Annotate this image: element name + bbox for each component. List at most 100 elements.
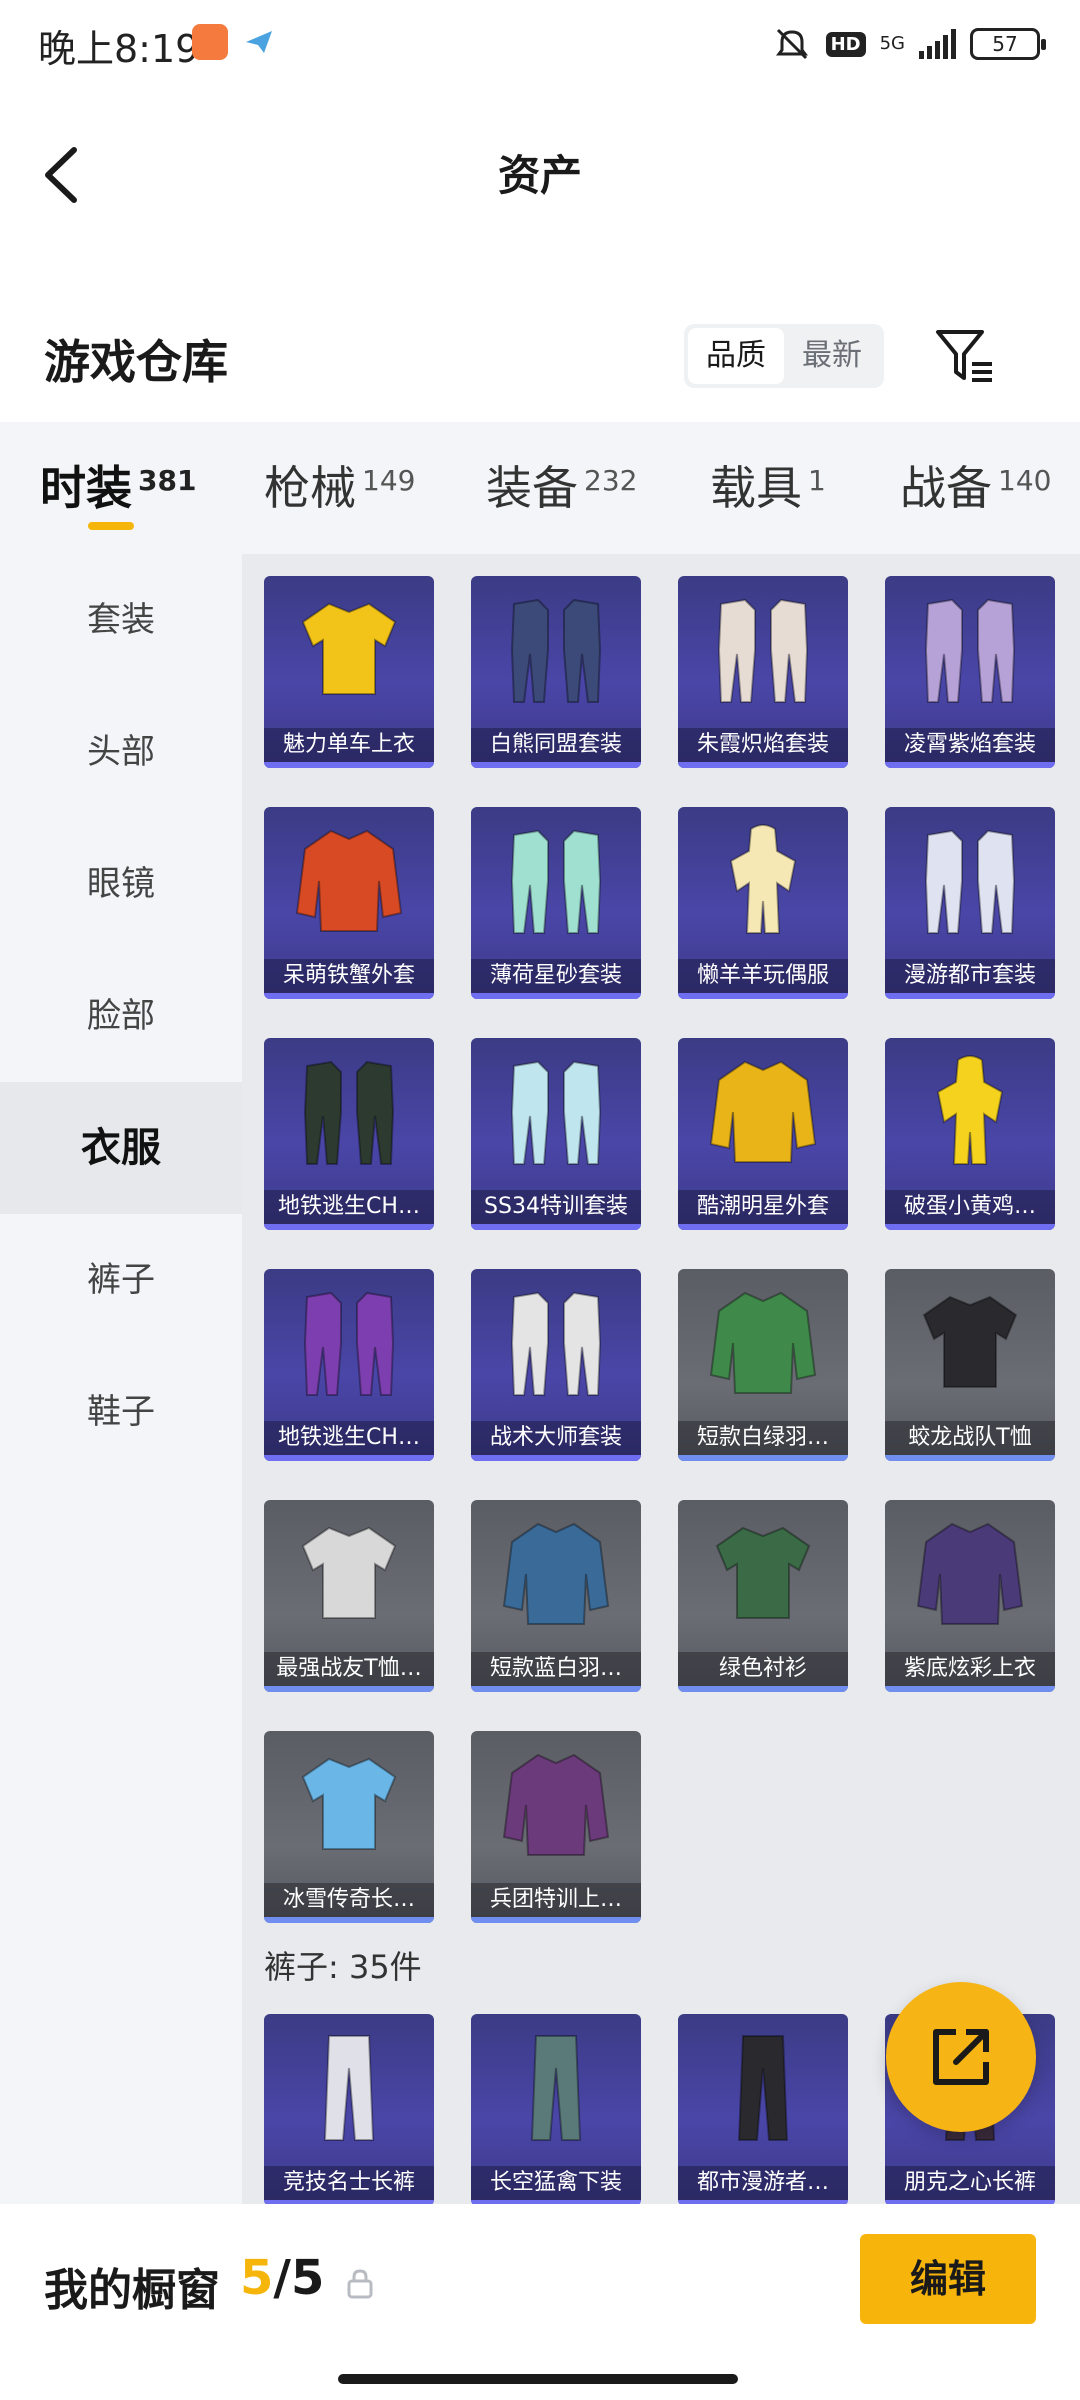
rarity-bar	[678, 1224, 848, 1230]
sort-by-quality[interactable]: 品质	[688, 328, 784, 384]
sidebar-item-shoes[interactable]: 鞋子	[0, 1346, 242, 1478]
item-card[interactable]: 兵团特训上…	[471, 1731, 641, 1923]
item-grid: 魅力单车上衣 白熊同盟套装 朱霞炽焰套装 凌霄紫焰套装呆萌铁蟹外套 薄荷星砂套装 懒羊羊玩…	[242, 554, 1080, 2204]
item-name: 长空猛禽下装	[471, 2166, 641, 2200]
jacket-icon	[502, 1753, 610, 1856]
home-indicator	[338, 2374, 738, 2384]
rarity-bar	[264, 1455, 434, 1461]
tab-supplies[interactable]: 战备 140	[900, 452, 1051, 518]
edit-button[interactable]: 编辑	[860, 2234, 1036, 2324]
item-card[interactable]: 长空猛禽下装	[471, 2014, 641, 2204]
item-name: 蛟龙战队T恤	[885, 1421, 1055, 1455]
rarity-bar	[264, 1224, 434, 1230]
outfit-icon	[924, 829, 1016, 934]
rarity-bar	[264, 1686, 434, 1692]
item-card[interactable]: 懒羊羊玩偶服	[678, 807, 848, 999]
jacket-icon	[709, 1060, 817, 1163]
item-card[interactable]: 酷潮明星外套	[678, 1038, 848, 1230]
item-name: 都市漫游者…	[678, 2166, 848, 2200]
outfit-icon	[303, 1291, 395, 1396]
rarity-bar	[678, 993, 848, 999]
item-card[interactable]: 地铁逃生CH…	[264, 1038, 434, 1230]
outfit-icon	[510, 1060, 602, 1165]
warehouse-title: 游戏仓库	[44, 335, 228, 389]
jacket-icon	[709, 1291, 817, 1394]
rarity-bar	[885, 762, 1055, 768]
page-title: 资产	[497, 151, 582, 200]
sort-by-newest[interactable]: 最新	[784, 328, 880, 384]
item-name: 魅力单车上衣	[264, 728, 434, 762]
item-card[interactable]: 最强战友T恤…	[264, 1500, 434, 1692]
rarity-bar	[471, 1917, 641, 1923]
item-name: 冰雪传奇长…	[264, 1883, 434, 1917]
item-card[interactable]: 漫游都市套装	[885, 807, 1055, 999]
item-card[interactable]: 呆萌铁蟹外套	[264, 807, 434, 999]
item-name: 紫底炫彩上衣	[885, 1652, 1055, 1686]
sidebar-item-face[interactable]: 脸部	[0, 950, 242, 1082]
costume-icon	[936, 1055, 1004, 1165]
rarity-bar	[678, 762, 848, 768]
item-card[interactable]: 短款白绿羽…	[678, 1269, 848, 1461]
item-name: 短款白绿羽…	[678, 1421, 848, 1455]
item-card[interactable]: 蛟龙战队T恤	[885, 1269, 1055, 1461]
item-card[interactable]: 战术大师套装	[471, 1269, 641, 1461]
item-name: 破蛋小黄鸡…	[885, 1190, 1055, 1224]
lock-icon	[347, 2269, 373, 2299]
rarity-bar	[264, 762, 434, 768]
item-name: SS34特训套装	[471, 1190, 641, 1224]
sidebar-item-head[interactable]: 头部	[0, 686, 242, 818]
sidebar-item-pants[interactable]: 裤子	[0, 1214, 242, 1346]
active-tab-indicator	[88, 522, 134, 530]
item-name: 薄荷星砂套装	[471, 959, 641, 993]
tab-equipment[interactable]: 装备 232	[486, 452, 637, 518]
shirt-icon	[301, 602, 397, 695]
tab-weapons[interactable]: 枪械 149	[264, 452, 415, 518]
rarity-bar	[471, 993, 641, 999]
item-card[interactable]: 破蛋小黄鸡…	[885, 1038, 1055, 1230]
share-icon	[933, 2029, 989, 2085]
item-card[interactable]: 薄荷星砂套装	[471, 807, 641, 999]
item-name: 酷潮明星外套	[678, 1190, 848, 1224]
item-name: 地铁逃生CH…	[264, 1190, 434, 1224]
item-name: 兵团特训上…	[471, 1883, 641, 1917]
outfit-icon	[510, 598, 602, 703]
tab-vehicles[interactable]: 载具 1	[710, 452, 826, 518]
tab-fashion[interactable]: 时装 381	[40, 452, 196, 518]
sidebar-item-clothes[interactable]: 衣服	[0, 1082, 242, 1214]
item-card[interactable]: 魅力单车上衣	[264, 576, 434, 768]
network-type: 5G	[879, 33, 905, 54]
share-button[interactable]	[886, 1982, 1036, 2132]
sidebar-item-sets[interactable]: 套装	[0, 554, 242, 686]
rarity-bar	[885, 1224, 1055, 1230]
rarity-bar	[678, 1455, 848, 1461]
rarity-bar	[264, 1917, 434, 1923]
sort-toggle: 品质 最新	[684, 324, 884, 388]
item-card[interactable]: 地铁逃生CH…	[264, 1269, 434, 1461]
filter-icon[interactable]	[930, 322, 1000, 392]
signal-icon	[919, 29, 956, 59]
item-card[interactable]: SS34特训套装	[471, 1038, 641, 1230]
item-card[interactable]: 冰雪传奇长…	[264, 1731, 434, 1923]
shirt-icon	[922, 1295, 1018, 1388]
outfit-icon	[303, 1060, 395, 1165]
item-card[interactable]: 白熊同盟套装	[471, 576, 641, 768]
item-name: 漫游都市套装	[885, 959, 1055, 993]
item-name: 朋克之心长裤	[885, 2166, 1055, 2200]
item-card[interactable]: 朱霞炽焰套装	[678, 576, 848, 768]
item-card[interactable]: 凌霄紫焰套装	[885, 576, 1055, 768]
warehouse-toolbar: 游戏仓库 品质 最新	[0, 300, 1080, 410]
item-name: 战术大师套装	[471, 1421, 641, 1455]
pants-section-heading: 裤子: 35件	[264, 1948, 422, 1986]
item-card[interactable]: 都市漫游者…	[678, 2014, 848, 2204]
item-card[interactable]: 短款蓝白羽…	[471, 1500, 641, 1692]
pants-icon	[323, 2035, 375, 2141]
sidebar-item-glasses[interactable]: 眼镜	[0, 818, 242, 950]
item-name: 凌霄紫焰套装	[885, 728, 1055, 762]
item-name: 竞技名士长裤	[264, 2166, 434, 2200]
status-time: 晚上8:19	[38, 27, 200, 71]
shirt-icon	[301, 1526, 397, 1619]
shirt-icon	[715, 1526, 811, 1619]
item-card[interactable]: 竞技名士长裤	[264, 2014, 434, 2204]
item-card[interactable]: 绿色衬衫	[678, 1500, 848, 1692]
item-card[interactable]: 紫底炫彩上衣	[885, 1500, 1055, 1692]
